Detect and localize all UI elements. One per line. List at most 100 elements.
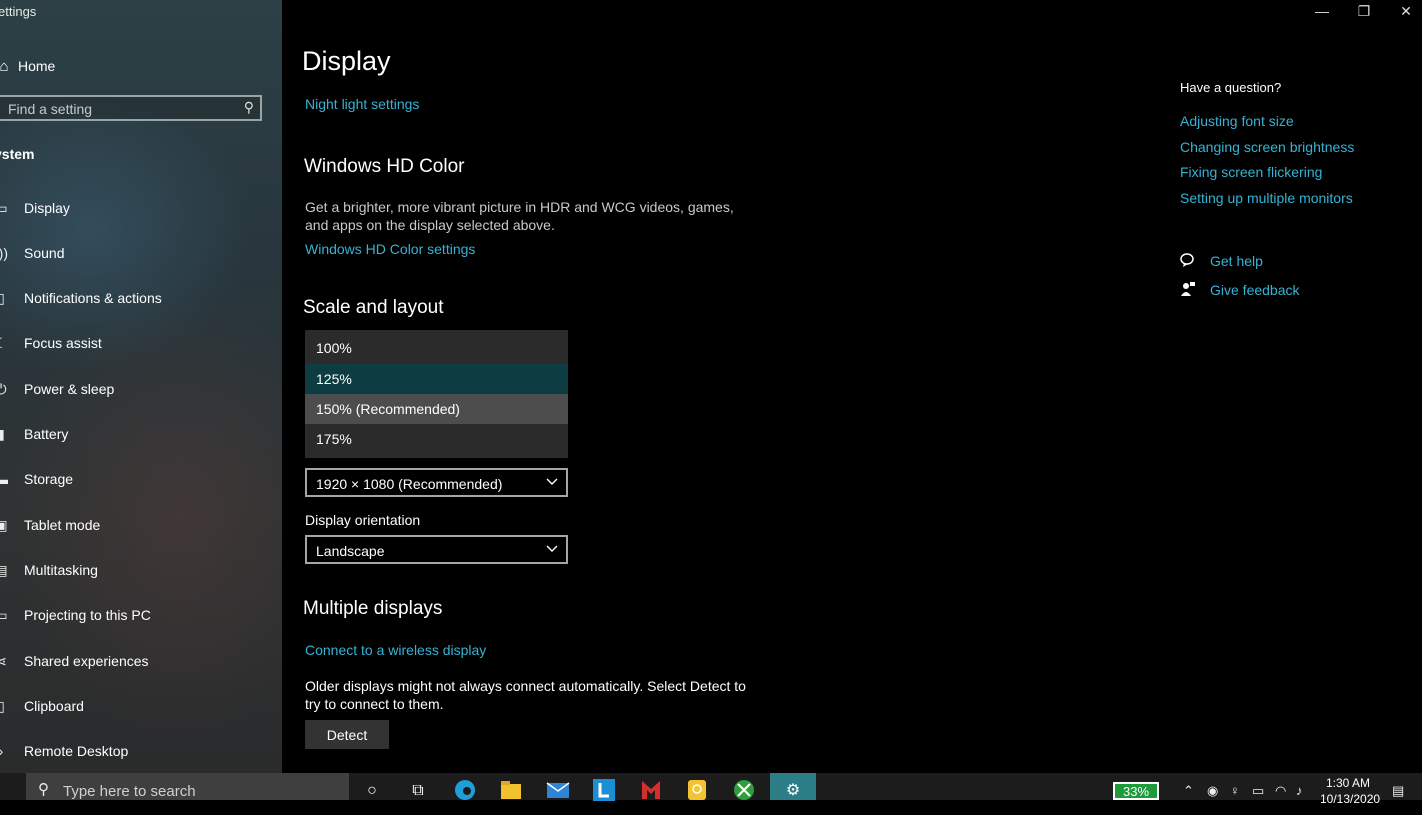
notification-icon: ▯ — [0, 289, 5, 306]
scale-option-100[interactable]: 100% — [305, 333, 568, 363]
search-icon: ⚲ — [243, 99, 254, 115]
hd-color-settings-link[interactable]: Windows HD Color settings — [305, 241, 475, 257]
orientation-value: Landscape — [316, 543, 385, 559]
resolution-dropdown[interactable]: 1920 × 1080 (Recommended) — [305, 468, 568, 497]
orientation-label: Display orientation — [305, 512, 421, 528]
home-icon: ⌂ — [0, 57, 9, 75]
scale-option-125[interactable]: 125% — [305, 364, 568, 394]
clock-date[interactable]: 10/13/2020 — [1320, 792, 1380, 806]
mail-icon[interactable] — [535, 773, 581, 800]
changing-screen-brightness-link[interactable]: Changing screen brightness — [1180, 139, 1354, 155]
sidebar-item-label: Focus assist — [24, 335, 102, 351]
sidebar-item-label: Tablet mode — [24, 517, 101, 533]
give-feedback-link[interactable]: Give feedback — [1210, 282, 1300, 298]
get-help-row[interactable]: Get help — [1180, 251, 1263, 271]
sidebar-item-label: Multitasking — [24, 562, 98, 578]
show-hidden-icons-icon[interactable]: ⌃ — [1183, 773, 1194, 800]
hd-color-description-line: Get a brighter, more vibrant picture in … — [305, 199, 734, 215]
multiple-displays-description-line: try to connect to them. — [305, 696, 444, 712]
battery-indicator[interactable]: 33% — [1113, 782, 1159, 800]
sidebar-item-shared-experiences[interactable]: ⋖ Shared experiences — [0, 649, 282, 673]
get-help-link[interactable]: Get help — [1210, 253, 1263, 269]
scale-option-150[interactable]: 150% (Recommended) — [305, 394, 568, 424]
scale-option-175[interactable]: 175% — [305, 424, 568, 454]
sidebar-item-remote-desktop[interactable]: › Remote Desktop — [0, 739, 282, 763]
wifi-icon[interactable]: ◠ — [1275, 773, 1286, 800]
find-setting-input[interactable] — [6, 99, 230, 119]
sidebar-item-label: Sound — [24, 245, 65, 261]
project-icon: ▭ — [0, 606, 8, 623]
taskbar-search-placeholder: Type here to search — [63, 783, 196, 800]
start-button[interactable] — [0, 773, 24, 800]
detect-button[interactable]: Detect — [305, 720, 389, 749]
chevron-down-icon — [546, 478, 558, 485]
sidebar-item-power-sleep[interactable]: ⏻ Power & sleep — [0, 377, 282, 401]
sidebar: ettings ⌂ Home ⚲ ystem ▭ Display ))) Sou… — [0, 0, 282, 773]
mcafee-icon[interactable] — [628, 773, 674, 800]
app-title: ettings — [0, 4, 37, 19]
section-heading-system: ystem — [0, 146, 35, 162]
page-title: Display — [302, 46, 391, 76]
sidebar-item-tablet-mode[interactable]: ▣ Tablet mode — [0, 513, 282, 537]
close-button[interactable]: ✕ — [1396, 3, 1416, 20]
multitasking-icon: ▤ — [0, 561, 8, 578]
find-setting-search[interactable]: ⚲ — [0, 95, 262, 121]
multiple-displays-heading: Multiple displays — [303, 598, 443, 619]
edge-icon[interactable] — [442, 773, 488, 800]
sidebar-item-label: Power & sleep — [24, 381, 115, 397]
task-view-icon[interactable]: ⧉ — [395, 773, 441, 800]
settings-icon[interactable]: ⚙ — [770, 773, 816, 800]
resolution-value: 1920 × 1080 (Recommended) — [316, 476, 503, 492]
give-feedback-row[interactable]: Give feedback — [1180, 280, 1300, 300]
storage-icon: ▬ — [0, 471, 8, 487]
sidebar-item-sound[interactable]: ))) Sound — [0, 241, 282, 265]
home-link[interactable]: ⌂ Home — [0, 56, 55, 76]
taskbar-search[interactable]: ⚲ Type here to search — [26, 773, 349, 800]
setting-up-multiple-monitors-link[interactable]: Setting up multiple monitors — [1180, 190, 1353, 206]
sidebar-item-multitasking[interactable]: ▤ Multitasking — [0, 558, 282, 582]
minimize-button[interactable]: — — [1312, 3, 1332, 19]
sidebar-item-label: Projecting to this PC — [24, 607, 151, 623]
speaker-icon: ))) — [0, 245, 8, 261]
chevron-down-icon — [546, 545, 558, 552]
question-heading: Have a question? — [1180, 80, 1282, 95]
clock-time[interactable]: 1:30 AM — [1326, 776, 1370, 790]
fixing-screen-flickering-link[interactable]: Fixing screen flickering — [1180, 164, 1322, 180]
battery-icon: ▮ — [0, 425, 5, 442]
volume-icon[interactable]: ♪ — [1296, 773, 1303, 800]
file-explorer-icon[interactable] — [488, 773, 534, 800]
sidebar-item-storage[interactable]: ▬ Storage — [0, 467, 282, 491]
power-icon: ⏻ — [0, 380, 7, 397]
sidebar-item-battery[interactable]: ▮ Battery — [0, 422, 282, 446]
xbox-icon[interactable] — [721, 773, 767, 800]
night-light-settings-link[interactable]: Night light settings — [305, 96, 419, 112]
battery-tray-icon[interactable]: ▭ — [1252, 773, 1264, 800]
scale-option-label: 125% — [316, 371, 352, 387]
tablet-icon: ▣ — [0, 516, 8, 533]
multiple-displays-description-line: Older displays might not always connect … — [305, 678, 746, 694]
clipboard-icon: ▯ — [0, 697, 5, 714]
orientation-dropdown[interactable]: Landscape — [305, 535, 568, 564]
sidebar-item-focus-assist[interactable]: ☾ Focus assist — [0, 331, 282, 355]
cortana-icon[interactable]: ○ — [349, 773, 395, 800]
hd-color-description: Get a brighter, more vibrant picture in … — [305, 198, 734, 234]
sidebar-item-projecting[interactable]: ▭ Projecting to this PC — [0, 603, 282, 627]
sidebar-item-label: Shared experiences — [24, 653, 149, 669]
restore-button[interactable]: ❐ — [1354, 3, 1374, 20]
taskbar: ⚲ Type here to search ○ ⧉ ⚙ 33% ⌃ ◉ ♀ ▭ … — [0, 773, 1422, 806]
sidebar-item-notifications[interactable]: ▯ Notifications & actions — [0, 286, 282, 310]
microphone-icon[interactable]: ♀ — [1230, 773, 1240, 800]
action-center-icon[interactable]: ▤ — [1392, 773, 1404, 800]
connect-wireless-display-link[interactable]: Connect to a wireless display — [305, 642, 486, 658]
multiple-displays-description: Older displays might not always connect … — [305, 677, 746, 713]
adjusting-font-size-link[interactable]: Adjusting font size — [1180, 113, 1294, 129]
sidebar-item-display[interactable]: ▭ Display — [0, 196, 282, 220]
sidebar-item-clipboard[interactable]: ▯ Clipboard — [0, 694, 282, 718]
chat-help-icon — [1180, 252, 1198, 271]
l-app-icon[interactable] — [581, 773, 627, 801]
sidebar-item-label: Notifications & actions — [24, 290, 162, 306]
sidebar-item-label: Clipboard — [24, 698, 84, 714]
tips-icon[interactable] — [674, 773, 720, 800]
share-icon: ⋖ — [0, 652, 7, 669]
record-icon[interactable]: ◉ — [1207, 773, 1218, 800]
